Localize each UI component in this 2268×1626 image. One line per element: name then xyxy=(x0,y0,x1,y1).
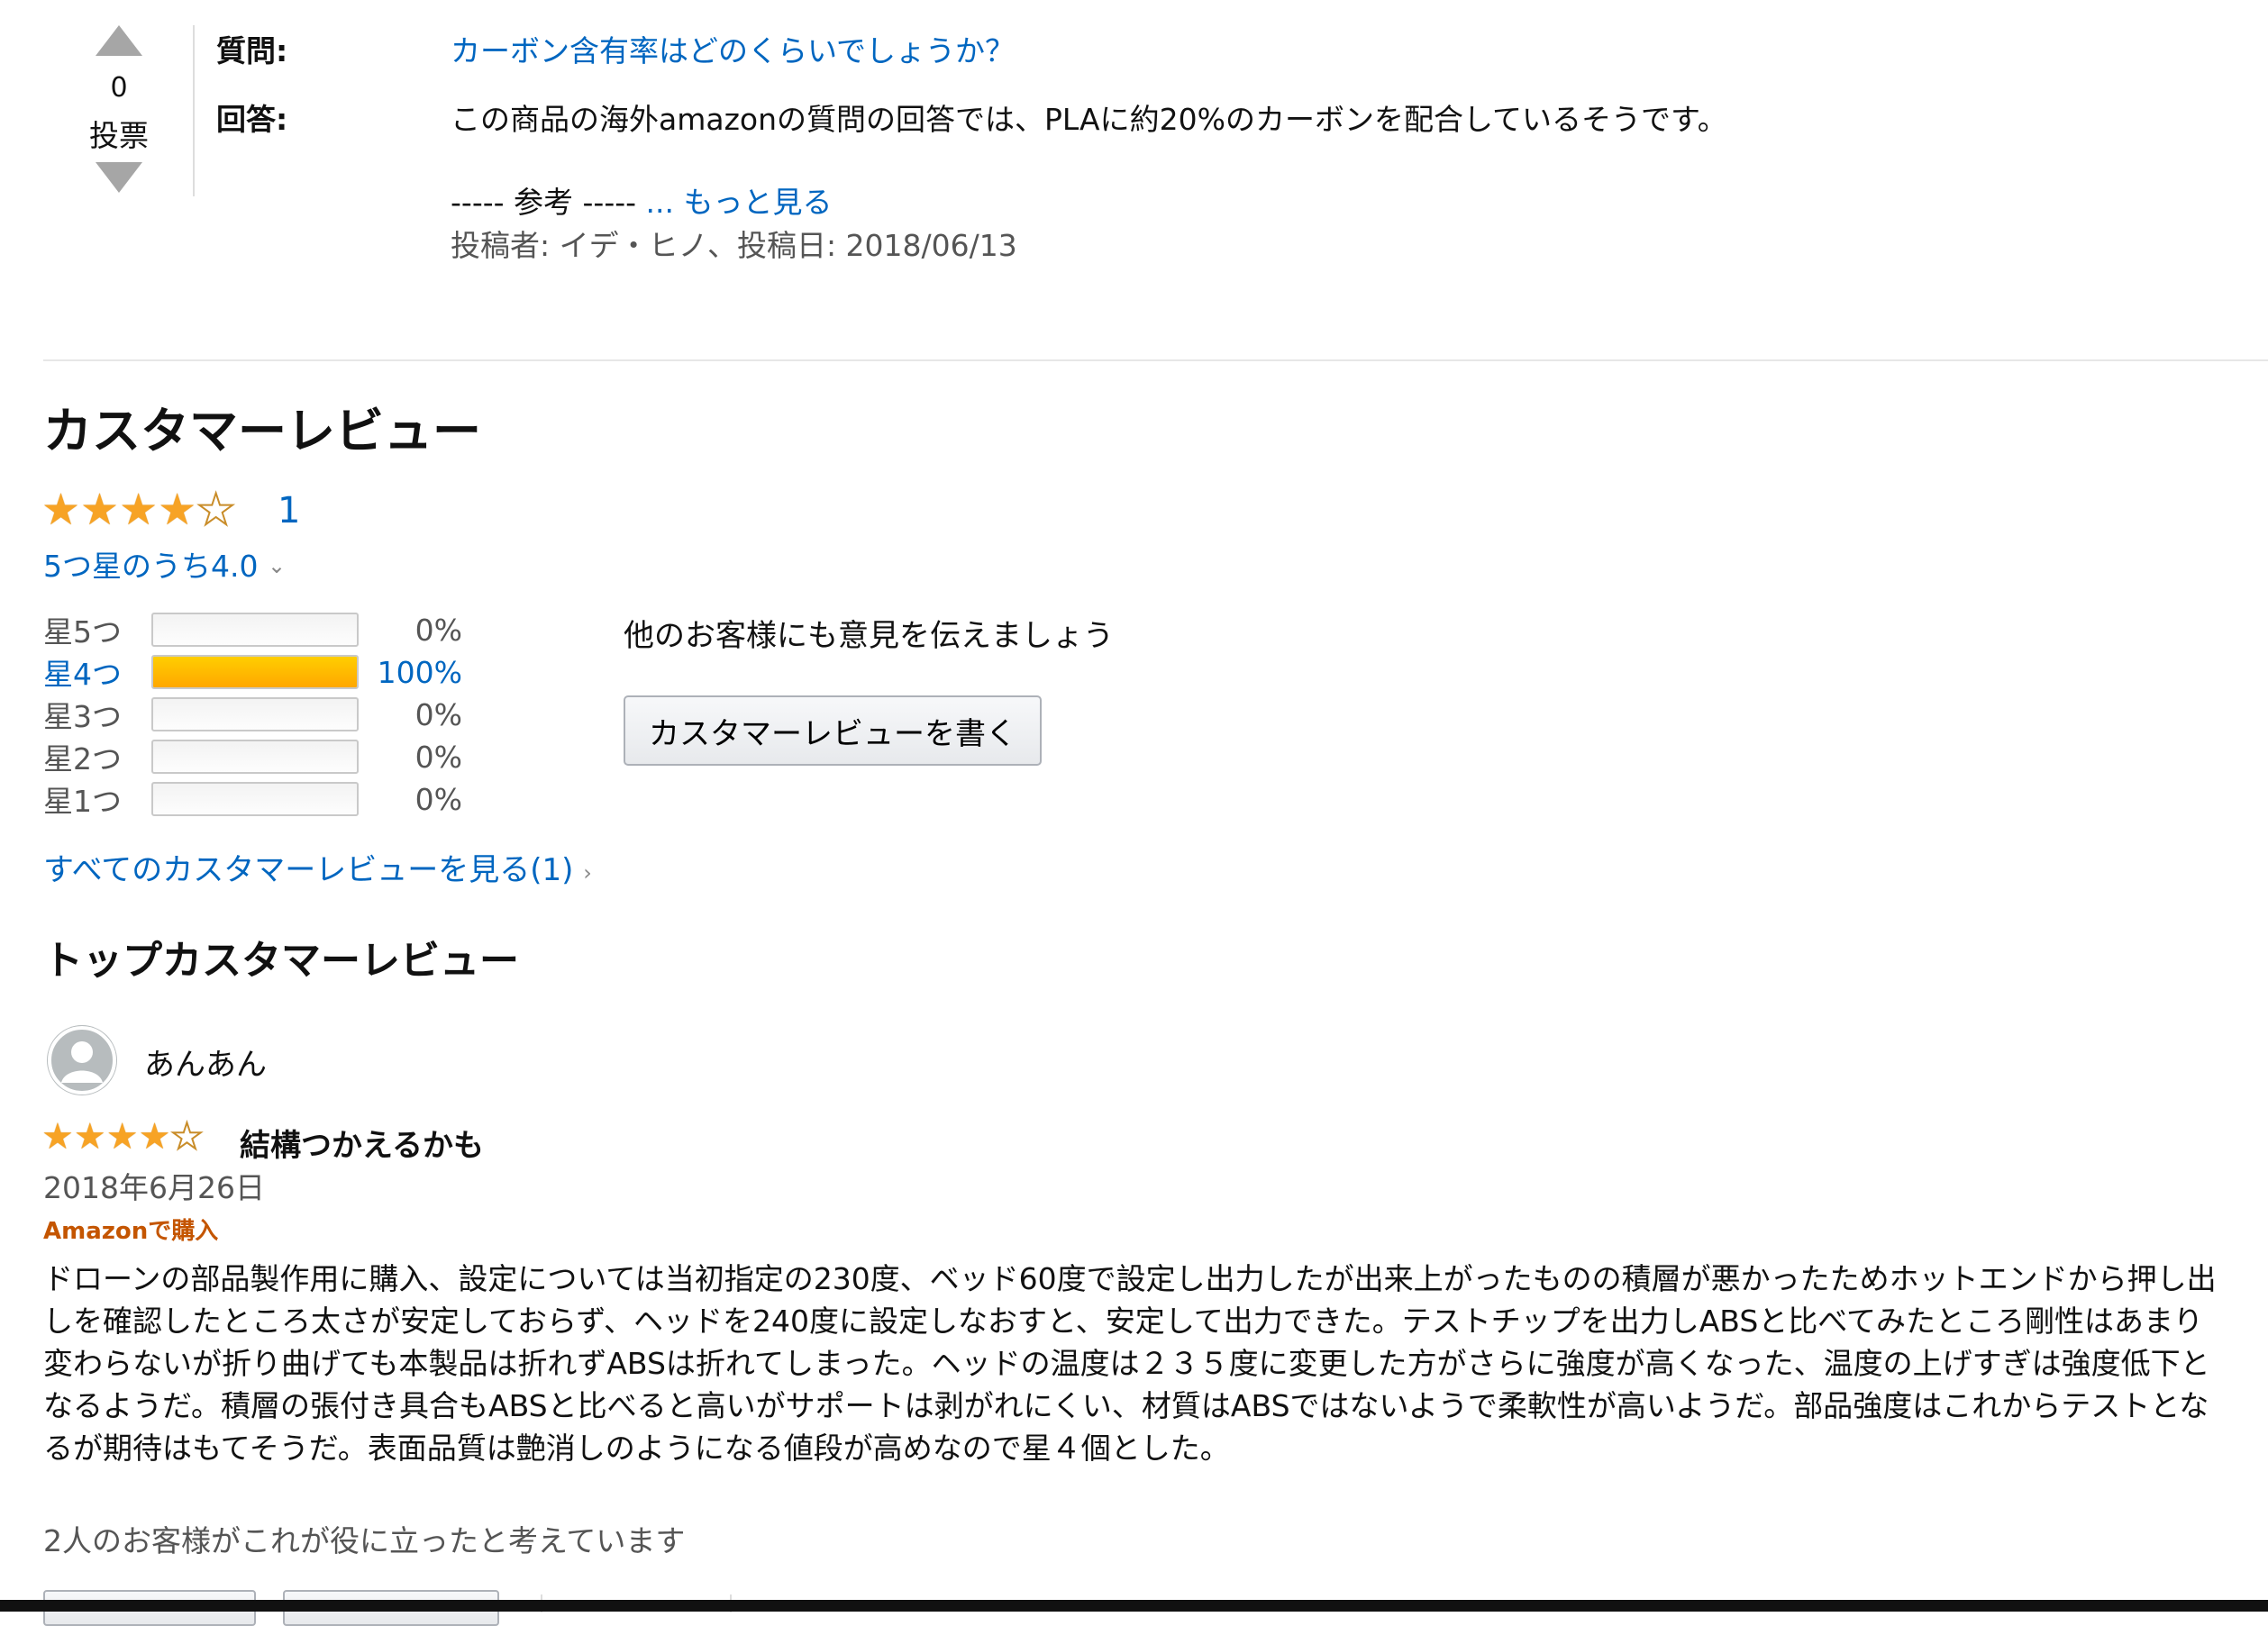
see-all-reviews-link[interactable]: すべてのカスタマーレビューを見る(1) › xyxy=(43,845,592,889)
star-icon: ★ xyxy=(73,1116,106,1158)
vote-divider xyxy=(193,25,195,196)
histogram-row-2: 星2つ 0% xyxy=(43,739,462,777)
star-icon: ★ xyxy=(41,1116,74,1158)
histogram-bar xyxy=(151,697,359,731)
section-divider xyxy=(43,359,2268,361)
histogram-label: 星3つ xyxy=(43,699,122,734)
star-icon: ★ xyxy=(105,1116,139,1158)
vote-down-icon[interactable] xyxy=(96,162,142,193)
user-avatar-icon[interactable] xyxy=(47,1025,117,1095)
histogram-row-5: 星5つ 0% xyxy=(43,612,462,650)
helpful-count: 2人のお客様がこれが役に立ったと考えています xyxy=(43,1523,686,1558)
chevron-down-icon: ⌄ xyxy=(267,553,287,578)
histogram-percent: 0% xyxy=(414,612,462,648)
review-rating-stars[interactable]: ★ ★ ★ ★ ★ xyxy=(41,1116,204,1158)
histogram-label: 星1つ xyxy=(43,784,122,819)
share-prompt: 他のお客様にも意見を伝えましょう xyxy=(624,618,1114,654)
star-icon: ★ xyxy=(41,485,81,535)
verified-purchase-badge: Amazonで購入 xyxy=(43,1218,219,1245)
histogram-label: 星2つ xyxy=(43,741,122,777)
review-count-link[interactable]: 1 xyxy=(278,490,300,531)
histogram-label[interactable]: 星4つ xyxy=(43,650,151,694)
rating-text: 5つ星のうち4.0 xyxy=(43,549,259,584)
star-empty-icon: ★ xyxy=(169,1116,204,1158)
question-label: 質問: xyxy=(216,33,288,68)
histogram-percent: 0% xyxy=(414,696,462,732)
histogram-row-1: 星1つ 0% xyxy=(43,781,462,820)
review-headline[interactable]: 結構つかえるかも xyxy=(240,1121,484,1165)
histogram-percent[interactable]: 100% xyxy=(363,655,462,690)
star-icon: ★ xyxy=(138,1116,171,1158)
star-icon: ★ xyxy=(119,485,159,535)
answer-text: この商品の海外amazonの質問の回答では、PLAに約20%のカーボンを配合して… xyxy=(451,102,1727,137)
histogram-bar xyxy=(151,782,359,816)
see-all-text: すべてのカスタマーレビューを見る(1) xyxy=(43,852,574,888)
question-link[interactable]: カーボン含有率はどのくらいでしょうか？ xyxy=(451,27,1015,70)
window-bottom-edge xyxy=(0,1600,2268,1612)
customer-reviews-title: カスタマーレビュー xyxy=(43,403,481,459)
top-reviews-title: トップカスタマーレビュー xyxy=(43,938,519,984)
histogram-bar[interactable] xyxy=(151,655,359,689)
show-more-link[interactable]: ... もっと見る xyxy=(646,185,833,220)
rating-dropdown[interactable]: 5つ星のうち4.0 ⌄ xyxy=(43,542,286,586)
vote-unit: 投票 xyxy=(89,118,149,153)
answer-reference: ----- 参考 ----- ... もっと見る xyxy=(451,178,833,222)
histogram-bar xyxy=(151,740,359,774)
star-icon: ★ xyxy=(158,485,197,535)
vote-count: 0 xyxy=(110,72,128,104)
review-date: 2018年6月26日 xyxy=(43,1170,265,1205)
histogram-fill xyxy=(153,657,357,687)
star-icon: ★ xyxy=(80,485,120,535)
posted-by: 投稿者: イデ・ヒノ、投稿日: 2018/06/13 xyxy=(451,228,1017,263)
review-author[interactable]: あんあん xyxy=(144,1040,267,1084)
histogram-label: 星5つ xyxy=(43,614,122,649)
avatar-silhouette xyxy=(48,1026,116,1095)
write-review-button[interactable]: カスタマーレビューを書く xyxy=(624,695,1042,766)
histogram-percent: 0% xyxy=(414,781,462,817)
histogram-row-3: 星3つ 0% xyxy=(43,696,462,735)
vote-up-icon[interactable] xyxy=(96,25,142,56)
histogram-percent: 0% xyxy=(414,739,462,775)
review-body: ドローンの部品製作用に購入、設定については当初指定の230度、ベッド60度で設定… xyxy=(43,1261,2217,1466)
answer-label: 回答: xyxy=(216,102,288,137)
chevron-right-icon: › xyxy=(583,860,592,886)
star-empty-icon: ★ xyxy=(196,485,236,535)
average-rating-stars: ★ ★ ★ ★ ★ xyxy=(41,485,236,535)
histogram-row-4[interactable]: 星4つ 100% xyxy=(43,654,462,693)
reference-text: ----- 参考 ----- xyxy=(451,185,646,220)
histogram-bar xyxy=(151,613,359,647)
